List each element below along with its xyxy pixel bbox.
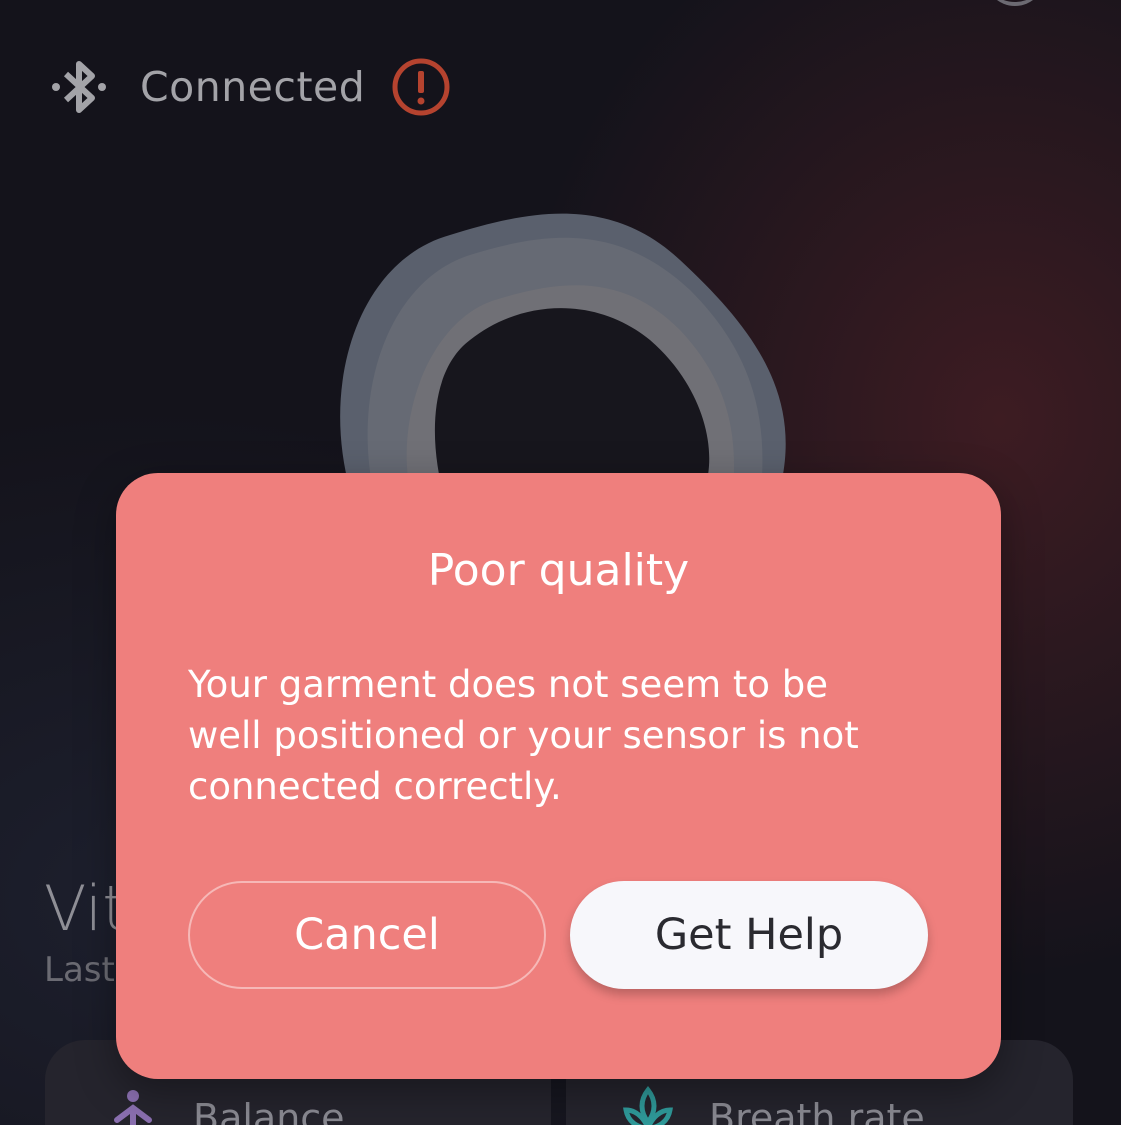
- connection-status-text: Connected: [140, 63, 366, 111]
- vitals-heading: Vit: [44, 872, 124, 945]
- connection-status: Connected: [50, 55, 451, 119]
- app-screen: Connected Vit Last Balance Breath rate P…: [0, 0, 1121, 1125]
- meditation-person-icon: [114, 1090, 152, 1125]
- poor-quality-dialog: Poor quality Your garment does not seem …: [116, 473, 1001, 1079]
- lotus-icon: [623, 1085, 673, 1125]
- bluetooth-icon: [52, 61, 106, 113]
- dialog-message: Your garment does not seem to be well po…: [188, 663, 859, 808]
- cancel-button[interactable]: Cancel: [188, 881, 546, 989]
- dialog-title: Poor quality: [427, 545, 690, 596]
- breath-rate-label: Breath rate: [709, 1096, 925, 1125]
- balance-label: Balance: [193, 1096, 345, 1125]
- vitals-subtitle: Last: [44, 950, 115, 990]
- profile-avatar-edge[interactable]: [985, 0, 1045, 6]
- get-help-button[interactable]: Get Help: [570, 881, 928, 989]
- signal-quality-ring: [340, 213, 786, 500]
- alert-circle-icon[interactable]: [391, 57, 451, 117]
